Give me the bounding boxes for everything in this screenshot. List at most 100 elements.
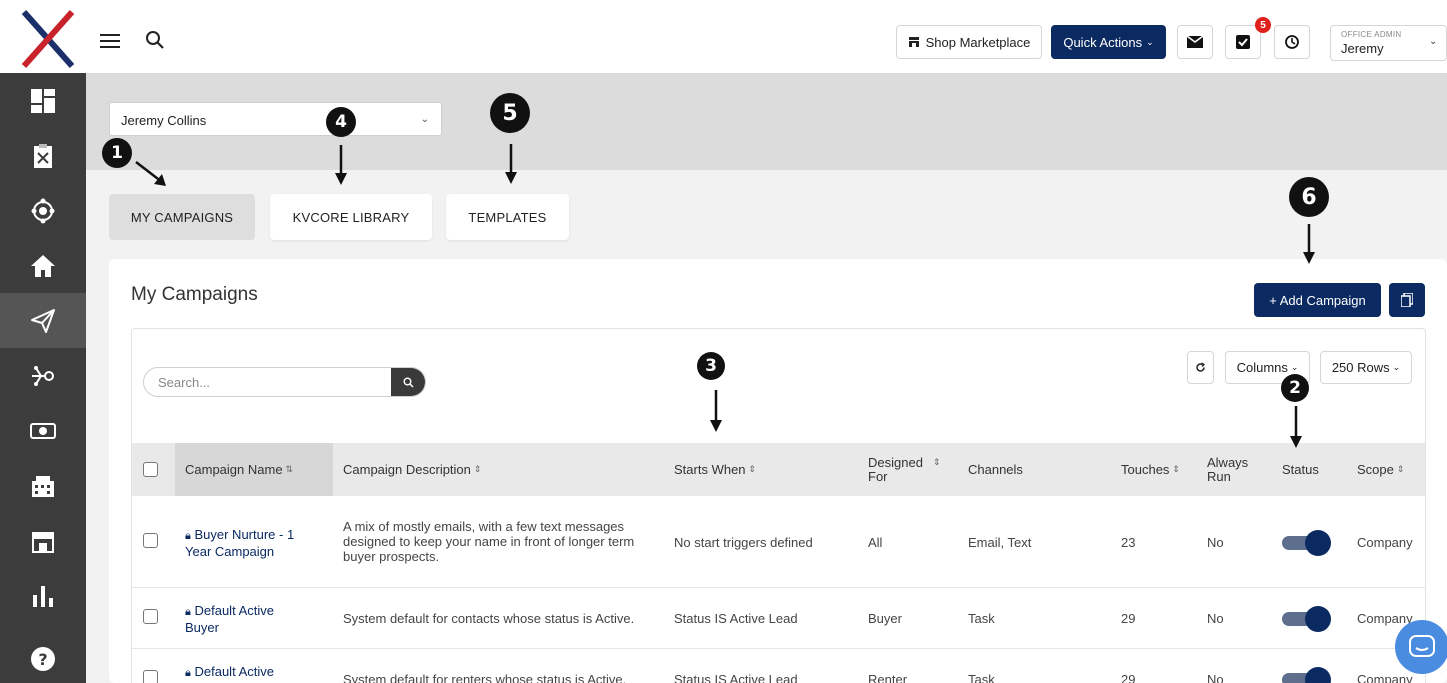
tab-kvcore-library[interactable]: KVCORE LIBRARY [270,194,432,240]
chat-icon [1409,635,1435,657]
select-all-checkbox[interactable] [143,462,158,477]
chat-button[interactable] [1395,620,1447,674]
sidebar-item-offices[interactable] [0,458,86,513]
campaign-description: System default for contacts whose status… [343,611,635,626]
always-run: No [1207,672,1224,683]
refresh-button[interactable] [1187,351,1214,384]
header-designed-for[interactable]: Designed For ⇕ [868,443,940,496]
description-line-1: A mix of mostly emails, with a few text … [343,519,625,534]
add-campaign-button[interactable]: + Add Campaign [1254,283,1381,317]
copy-icon [1401,293,1413,307]
description-line-2: designed to keep your name in front of l… [343,534,635,549]
sidebar-item-home[interactable] [0,238,86,293]
refresh-icon [1196,362,1206,372]
campaign-name-line-1: Default Active [194,664,274,679]
status-toggle[interactable] [1282,530,1332,556]
header-campaign-description[interactable]: Campaign Description ⇕ [343,443,481,496]
rows-dropdown[interactable]: 250 Rows ⌄ [1320,351,1412,384]
callout-3: 3 [697,352,725,380]
campaign-name-link[interactable]: 🔒︎ Default Active [185,664,274,681]
sidebar-item-reports[interactable] [0,568,86,623]
callout-2: 2 [1281,374,1309,402]
search-icon[interactable] [145,30,165,50]
campaign-name-line-1: Buyer Nurture - 1 [194,527,295,542]
company-logo[interactable] [20,10,76,68]
shop-marketplace-button[interactable]: Shop Marketplace [896,25,1042,59]
history-icon [1285,35,1299,49]
touches: 29 [1121,611,1136,626]
search-submit-button[interactable] [391,368,425,396]
channels: Task [968,672,995,683]
lock-icon: 🔒︎ [185,667,191,679]
select-all-cell [143,443,158,496]
starts-when: No start triggers defined [674,535,813,550]
header-campaign-name[interactable]: Campaign Name ⇅ [175,443,333,496]
quick-actions-button[interactable]: Quick Actions ⌄ [1051,25,1166,59]
sidebar-item-finance[interactable] [0,403,86,458]
history-button[interactable] [1274,25,1310,59]
header-touches-label: Touches [1121,462,1170,477]
starts-when: Status IS Active Lead [674,672,798,683]
workflow-icon [32,365,54,386]
arrow-icon [1290,406,1302,448]
copy-campaign-button[interactable] [1389,283,1425,317]
sidebar-item-campaigns[interactable] [0,293,86,348]
sidebar-item-network[interactable] [0,183,86,238]
tab-my-campaigns[interactable]: MY CAMPAIGNS [109,194,255,240]
sidebar-item-workflows[interactable] [0,348,86,403]
menu-icon[interactable] [100,34,120,48]
chevron-down-icon: ⌄ [1290,362,1299,372]
rows-label: 250 Rows [1331,360,1390,375]
arrow-icon [710,390,722,432]
row-checkbox[interactable] [143,533,158,548]
campaign-name-link[interactable]: 🔒︎ Default Active Buyer [185,603,274,635]
sidebar-item-store[interactable] [0,513,86,568]
campaign-name-link[interactable]: 🔒︎ Buyer Nurture - 1 Year Campaign [185,527,294,559]
send-icon [31,308,55,333]
email-button[interactable] [1177,25,1213,59]
touches: 23 [1121,535,1136,550]
user-menu[interactable]: OFFICE ADMIN Jeremy ⌄ [1330,25,1447,61]
header-status[interactable]: Status [1282,443,1319,496]
table-row[interactable]: 🔒︎ Default Active Buyer System default f… [132,588,1425,649]
lock-icon: 🔒︎ [185,606,191,618]
agent-select-value: Jeremy Collins [121,113,207,128]
search-input[interactable] [144,368,393,396]
header-scope[interactable]: Scope ⇕ [1357,443,1404,496]
starts-when: Status IS Active Lead [674,611,798,626]
sort-desc-icon: ⇅ [285,464,294,474]
notification-badge: 5 [1255,17,1271,33]
header-always-run-line-1: Always [1207,454,1249,470]
table-row[interactable]: 🔒︎ Buyer Nurture - 1 Year Campaign A mix… [132,496,1425,588]
tab-templates[interactable]: TEMPLATES [446,194,569,240]
sort-icon: ⇕ [1396,464,1405,474]
header-touches[interactable]: Touches ⇕ [1121,443,1180,496]
dashboard-icon [31,88,55,113]
network-icon [31,198,55,223]
status-toggle[interactable] [1282,667,1332,683]
sidebar-item-tasks[interactable] [0,128,86,183]
row-checkbox[interactable] [143,670,158,683]
row-checkbox[interactable] [143,609,158,624]
table-header: Campaign Name ⇅ Campaign Description ⇕ S… [132,443,1425,496]
sort-icon: ⇕ [932,457,941,467]
chevron-down-icon: ⌄ [1429,36,1438,47]
header-starts-when-label: Starts When [674,462,746,477]
status-toggle[interactable] [1282,606,1332,632]
user-role: OFFICE ADMIN [1341,30,1402,39]
header-channels[interactable]: Channels [968,443,1023,496]
arrow-icon [335,145,347,185]
header-always-run-line-2: Run [1207,468,1231,484]
sidebar-item-dashboard[interactable] [0,73,86,128]
table-row[interactable]: 🔒︎ Default Active System default for ren… [132,649,1425,683]
header-starts-when[interactable]: Starts When ⇕ [674,443,756,496]
header-always-run[interactable]: Always Run [1207,443,1248,496]
header-designed-for-line-2: For [868,468,888,484]
home-icon [31,254,55,277]
arrow-icon [1303,224,1315,264]
header-designed-for-line-1: Designed [868,454,923,470]
search-field[interactable] [143,367,426,397]
sidebar-item-help[interactable]: ? [0,631,86,683]
agent-select[interactable]: Jeremy Collins ⌄ [109,102,442,136]
tasks-button[interactable] [1225,25,1261,59]
